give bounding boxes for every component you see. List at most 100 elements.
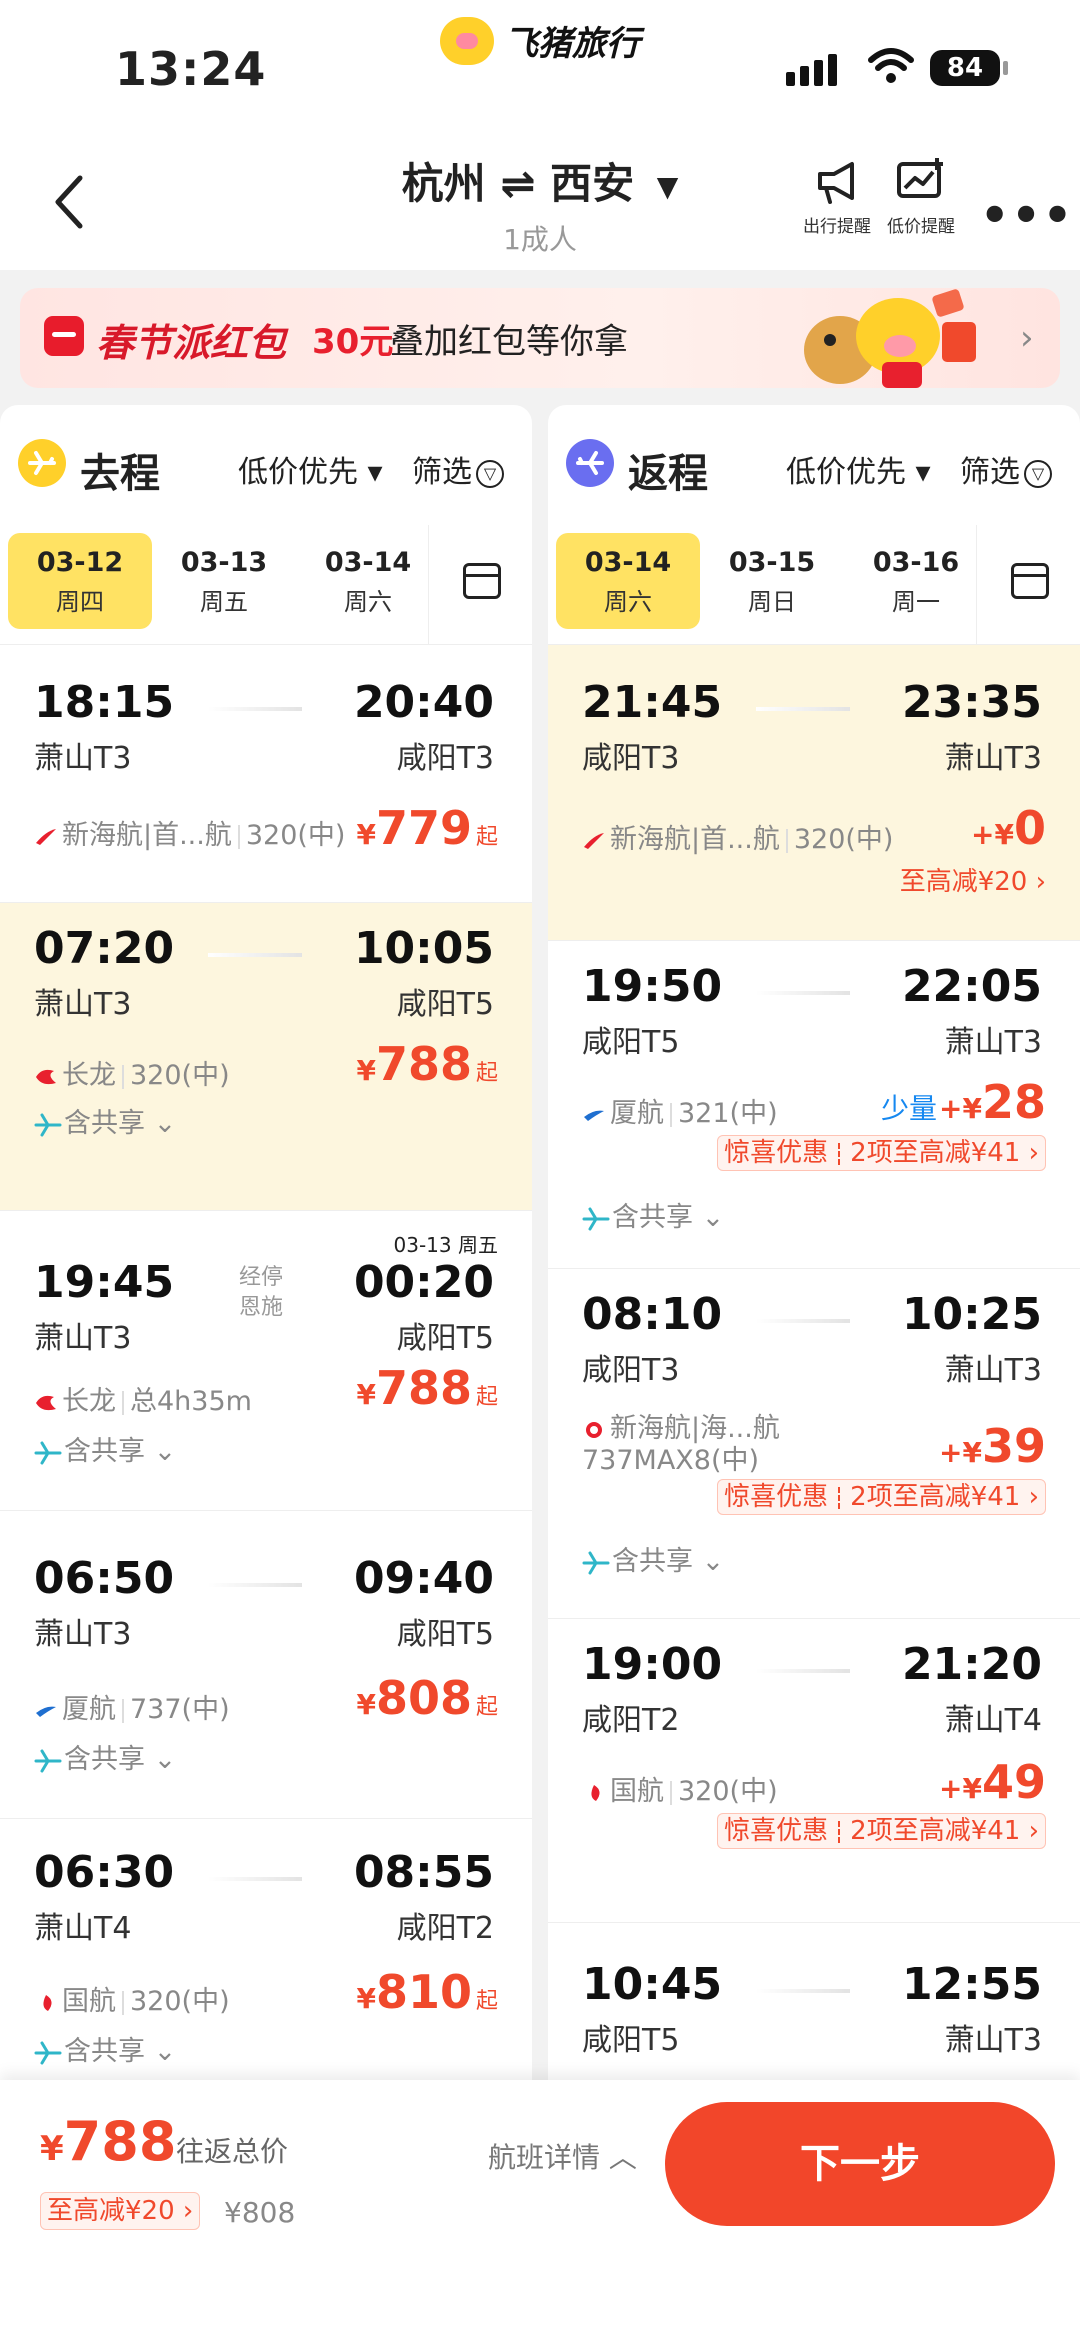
outbound-flight-row[interactable]: 06:50 09:40 萧山T3 咸阳T5 厦航 737(中) ¥808 起 含共享… [0, 1511, 532, 1819]
promo-banner[interactable]: 春节派红包 30元 叠加红包等你拿 › [20, 288, 1060, 388]
price-alert-button[interactable]: 低价提醒 [876, 158, 966, 237]
next-step-button[interactable]: 下一步 [665, 2102, 1055, 2226]
air-china-icon [43, 1994, 52, 2011]
departure-time: 19:00 [582, 1639, 723, 1690]
stopover-info: 经停 恩施 [226, 1263, 296, 1323]
arrival-airport: 咸阳T3 [396, 741, 494, 776]
departure-time: 18:15 [34, 677, 175, 728]
return-date-strip: 03-14 周六 03-15 周日 03-16 周一 [548, 525, 1080, 645]
codeshare-toggle[interactable]: 含共享 ⌄ [582, 1539, 724, 1578]
return-panel: 返程 低价优先 ▾ 筛选 ▽ 03-14 周六 03-15 周日 03-16 周一 21… [548, 405, 1080, 2155]
outbound-date-tab[interactable]: 03-14 周六 [296, 533, 440, 629]
promo-badge[interactable]: 惊喜优惠 2项至高减¥41 › [717, 1135, 1046, 1171]
arrival-time: 22:05 [901, 961, 1042, 1012]
currency: ¥ [356, 1688, 376, 1721]
outbound-sort-dropdown[interactable]: 低价优先 ▾ [238, 447, 383, 491]
price-chart-icon [897, 158, 943, 198]
battery-indicator: 84 [930, 50, 1008, 86]
codeshare-plane-icon [34, 2041, 62, 2064]
total-discount-badge[interactable]: 至高减¥20 › [40, 2192, 201, 2230]
price-value: 808 [375, 1671, 472, 1725]
route-line [756, 1319, 850, 1323]
calendar-icon[interactable] [976, 525, 1080, 645]
aircraft-type: 320(中) [130, 1060, 230, 1091]
departure-time: 06:50 [34, 1553, 175, 1604]
return-flight-row-selected[interactable]: 21:45 23:35 咸阳T3 萧山T3 新海航|首...航 320(中) +¥… [548, 645, 1080, 941]
airline-info: 新海航|首...航 320(中) [582, 817, 893, 856]
outbound-flight-row-selected[interactable]: 07:20 10:05 萧山T3 咸阳T5 长龙 320(中) ¥788 起 含共享… [0, 903, 532, 1211]
departure-airport: 咸阳T5 [582, 1025, 680, 1060]
mascot-illustration [804, 289, 976, 388]
red-envelope-icon [44, 316, 84, 356]
more-options-icon[interactable]: ••• [980, 188, 1074, 242]
return-title: 返程 [628, 451, 708, 497]
outbound-flight-row[interactable]: 03-13 周五 19:45 经停 恩施 00:20 萧山T3 咸阳T5 长龙 总4… [0, 1211, 532, 1511]
brand-name: 飞猪旅行 [504, 24, 640, 64]
arrival-time: 12:55 [901, 1959, 1042, 2010]
flight-duration: 总4h35m [130, 1386, 252, 1417]
promo-detail: 2项至高减¥41 [850, 1138, 1021, 1168]
banner-title: 春节派红包 [96, 321, 287, 365]
nav-bar: 杭州 ⇌ 西安 ▼ 1成人 出行提醒 低价提醒 ••• [0, 130, 1080, 270]
weekday-label: 周六 [604, 588, 652, 616]
promo-badge[interactable]: 惊喜优惠 2项至高减¥41 › [717, 1479, 1046, 1515]
banner-amount: 30元 [312, 322, 394, 362]
departure-airport: 萧山T3 [34, 1617, 132, 1652]
codeshare-label: 含共享 [64, 1108, 145, 1139]
codeshare-toggle[interactable]: 含共享 ⌄ [34, 1101, 176, 1140]
outbound-flight-row[interactable]: 06:30 08:55 萧山T4 咸阳T2 国航 320(中) ¥810 起 含共享… [0, 1819, 532, 2119]
return-date-tab[interactable]: 03-16 周一 [844, 533, 988, 629]
outbound-date-tab[interactable]: 03-12 周四 [8, 533, 152, 629]
price-alert-label: 低价提醒 [887, 217, 955, 237]
price-value: 39 [981, 1419, 1046, 1473]
price-suffix: 起 [475, 1989, 498, 2014]
price-value: 49 [981, 1755, 1046, 1809]
codeshare-toggle[interactable]: 含共享 ⌄ [582, 1195, 724, 1234]
date-label: 03-13 [180, 547, 268, 578]
fliggy-logo-icon [440, 16, 494, 65]
departure-time: 21:45 [582, 677, 723, 728]
route-line [208, 953, 302, 957]
outbound-filter-button[interactable]: 筛选 ▽ [412, 447, 504, 491]
xiamen-airlines-icon [36, 1706, 56, 1717]
return-date-tab[interactable]: 03-15 周日 [700, 533, 844, 629]
return-flight-row[interactable]: 19:50 22:05 咸阳T5 萧山T3 厦航 321(中) 少量+¥28 惊喜… [548, 941, 1080, 1269]
return-filter-button[interactable]: 筛选 ▽ [960, 447, 1052, 491]
airline-name: 新海航|首...航 [62, 820, 232, 851]
filter-label: 筛选 [960, 455, 1020, 490]
return-flight-row[interactable]: 19:00 21:20 咸阳T2 萧山T4 国航 320(中) +¥49 惊喜优惠… [548, 1619, 1080, 1923]
codeshare-toggle[interactable]: 含共享 ⌄ [34, 1429, 176, 1468]
calendar-icon[interactable] [428, 525, 532, 645]
filter-icon: ▽ [476, 459, 504, 488]
return-header: 返程 低价优先 ▾ 筛选 ▽ [548, 405, 1080, 515]
promo-badge[interactable]: 惊喜优惠 2项至高减¥41 › [717, 1813, 1046, 1849]
codeshare-toggle[interactable]: 含共享 ⌄ [34, 2029, 176, 2068]
aircraft-type: 737(中) [130, 1694, 230, 1725]
status-bar: 13:24 飞猪旅行 84 [0, 0, 1080, 130]
flight-price: ¥788 起 [356, 1037, 498, 1091]
details-label: 航班详情 [488, 2141, 601, 2174]
departure-time: 19:45 [34, 1257, 175, 1308]
discount-link[interactable]: 至高减¥20 › [900, 861, 1046, 898]
weekday-label: 周四 [56, 588, 104, 616]
outbound-date-tab[interactable]: 03-13 周五 [152, 533, 296, 629]
price-suffix: 起 [475, 1061, 498, 1086]
travel-reminder-button[interactable]: 出行提醒 [792, 158, 882, 237]
departure-time: 19:50 [582, 961, 723, 1012]
departure-airport: 咸阳T5 [582, 2023, 680, 2058]
price-value: 788 [375, 1037, 472, 1091]
currency: ¥ [40, 2129, 64, 2169]
stop-label: 经停 [238, 1265, 283, 1290]
date-label: 03-12 [36, 547, 124, 578]
codeshare-plane-icon [582, 1207, 610, 1230]
currency: ¥ [356, 1378, 376, 1411]
return-date-tab[interactable]: 03-14 周六 [556, 533, 700, 629]
outbound-flight-row[interactable]: 18:15 20:40 萧山T3 咸阳T3 新海航|首...航 320(中) ¥7… [0, 645, 532, 903]
airline-name: 长龙 [62, 1386, 116, 1417]
arrival-airport: 萧山T3 [944, 1353, 1042, 1388]
dropdown-icon: ▼ [656, 170, 679, 203]
codeshare-toggle[interactable]: 含共享 ⌄ [34, 1737, 176, 1776]
flight-details-toggle[interactable]: 航班详情 ︿ [488, 2136, 637, 2176]
return-flight-row[interactable]: 08:10 10:25 咸阳T3 萧山T3 新海航|海...航 737MAX8(中… [548, 1269, 1080, 1619]
return-sort-dropdown[interactable]: 低价优先 ▾ [786, 447, 931, 491]
